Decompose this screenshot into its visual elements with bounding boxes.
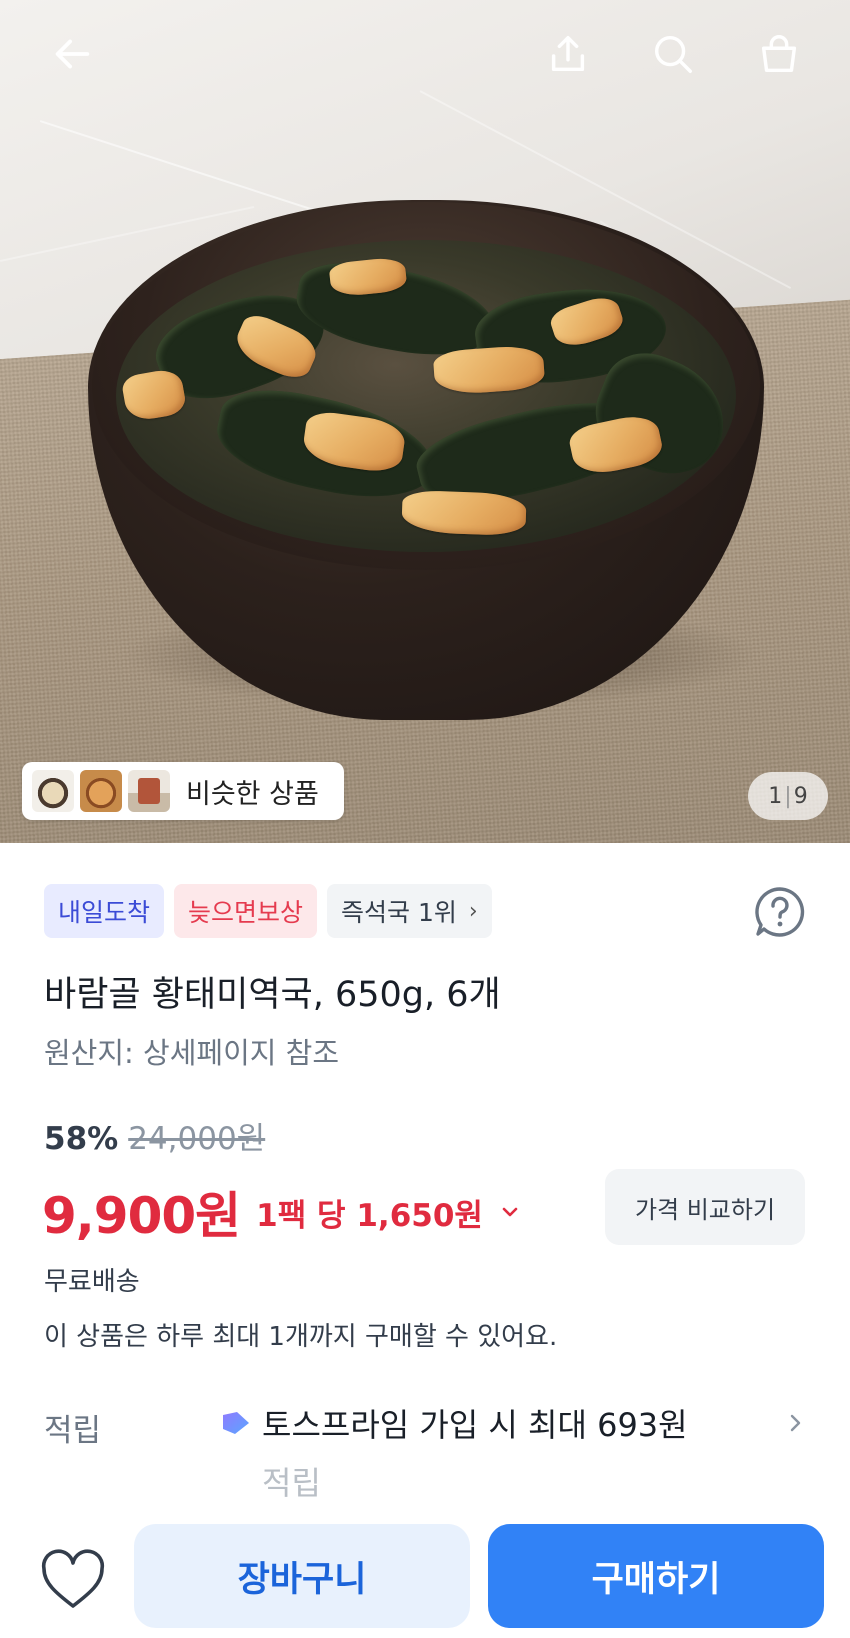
back-arrow-icon: [55, 39, 90, 69]
pollack-piece: [120, 367, 188, 423]
share-icon: [551, 35, 585, 72]
shopping-bag-icon: [761, 35, 797, 73]
reward-text[interactable]: 토스프라임 가입 시 최대 693원: [262, 1400, 688, 1446]
unit-price[interactable]: 1팩 당 1,650원: [256, 1190, 483, 1235]
badge-label: 내일도착: [58, 898, 151, 927]
discount-row: 58% 24,000원: [44, 1113, 265, 1158]
price-compare-button[interactable]: 가격 비교하기: [605, 1169, 805, 1245]
product-image-gallery[interactable]: 비슷한 상품 1 | 9: [0, 0, 850, 843]
similar-thumbnail: [32, 770, 74, 812]
share-button[interactable]: [540, 26, 596, 82]
search-button[interactable]: [645, 26, 701, 82]
soup: [116, 240, 736, 552]
price-row: 9,900원 1팩 당 1,650원: [42, 1176, 521, 1248]
badge-label: 즉석국 1위: [341, 898, 457, 927]
similar-thumbnail: [128, 770, 170, 812]
badge-late-compensation: 늦으면보상: [174, 884, 318, 938]
badge-row: 내일도착 늦으면보상 즉석국 1위 ›: [44, 884, 492, 938]
similar-products-label: 비슷한 상품: [186, 778, 319, 810]
heart-icon[interactable]: [38, 1548, 108, 1614]
image-counter-current: 1: [768, 783, 783, 809]
image-counter: 1 | 9: [748, 772, 828, 820]
shopping-bag-button[interactable]: [751, 26, 807, 82]
pollack-piece: [401, 489, 527, 537]
similar-thumbnail: [80, 770, 122, 812]
add-to-cart-button[interactable]: 장바구니: [134, 1524, 470, 1628]
search-icon: [654, 35, 692, 73]
image-counter-separator: |: [784, 783, 792, 809]
chevron-right-icon: ›: [468, 898, 478, 924]
buy-now-button[interactable]: 구매하기: [488, 1524, 824, 1628]
chevron-right-icon[interactable]: [784, 1412, 806, 1434]
product-title: 바람골 황태미역국, 650g, 6개: [44, 975, 501, 1015]
chevron-down-icon[interactable]: [499, 1201, 521, 1223]
similar-products-button[interactable]: 비슷한 상품: [22, 762, 344, 820]
reward-text-continued: 적립: [262, 1464, 321, 1502]
back-button[interactable]: [44, 26, 100, 82]
pollack-piece: [432, 344, 546, 396]
sale-price: 9,900원: [42, 1187, 241, 1245]
discount-rate: 58%: [44, 1121, 119, 1157]
badge-label: 늦으면보상: [188, 898, 304, 927]
help-bubble-icon[interactable]: [752, 884, 808, 940]
shipping-info: 무료배송: [44, 1267, 140, 1297]
product-origin: 원산지: 상세페이지 참조: [44, 1036, 340, 1070]
toss-prime-icon: [223, 1412, 249, 1434]
badge-next-day-delivery: 내일도착: [44, 884, 165, 938]
purchase-limit-notice: 이 상품은 하루 최대 1개까지 구매할 수 있어요.: [44, 1322, 558, 1352]
original-price: 24,000원: [128, 1121, 266, 1157]
image-counter-total: 9: [793, 783, 808, 809]
product-page: 비슷한 상품 1 | 9 내일도착 늦으면보상 즉석국 1위 › 바람골 황태미…: [0, 0, 850, 1638]
badge-category-rank[interactable]: 즉석국 1위 ›: [327, 884, 492, 938]
reward-label: 적립: [44, 1413, 102, 1449]
